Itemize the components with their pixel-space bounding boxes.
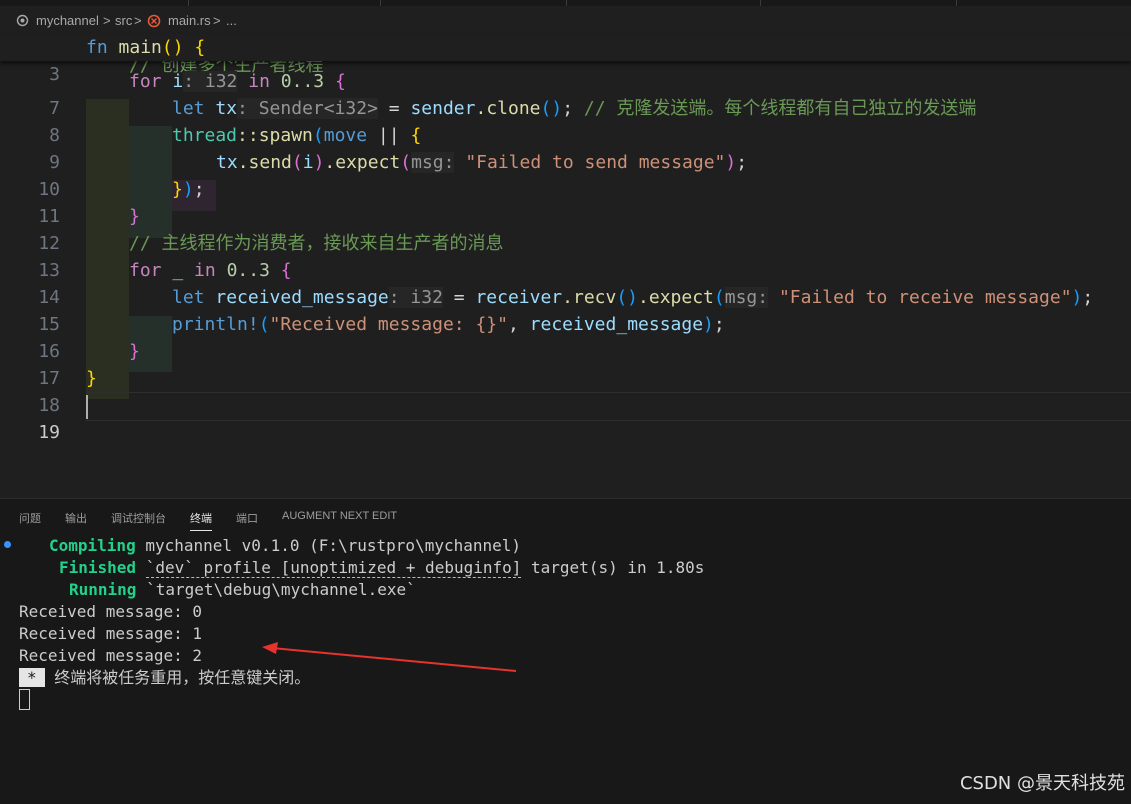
breadcrumb-src[interactable]: src xyxy=(115,13,132,28)
code-line-14: 14 for _ in 0..3 { xyxy=(0,257,1131,308)
line-code: // 主线程作为消费者，接收来自生产者的消息 xyxy=(129,233,504,254)
code-line-10: 10 tx.send(i).expect(msg: "Failed to sen… xyxy=(0,149,1131,200)
code-line-18: 18 } xyxy=(0,365,1131,416)
code-line-11: 11 }); xyxy=(0,176,1131,227)
code-line-17: 17 } xyxy=(0,338,1131,389)
code-line-15: 15 let received_message: i32 = receiver.… xyxy=(0,284,1131,335)
code-line-3: 3 fn main() { xyxy=(0,34,1131,85)
line-code: for _ in 0..3 { xyxy=(129,260,292,281)
red-arrow-annotation xyxy=(262,642,517,672)
folder-icon xyxy=(16,14,29,30)
code-line-7: 7 for i: i32 in 0..3 { xyxy=(0,68,1131,119)
breadcrumb-file[interactable]: main.rs xyxy=(168,13,211,28)
code-editor[interactable]: // 创建多个生产者线程 7 for i: i32 in 0..3 { 8 le… xyxy=(0,34,1131,498)
code-line-19: 19 xyxy=(0,392,1131,443)
breadcrumb: mychannel > src > main.rs > ... xyxy=(0,6,1131,34)
line-code: }); xyxy=(172,179,205,200)
breadcrumb-folder[interactable]: mychannel xyxy=(36,13,99,28)
line-code: tx.send(i).expect(msg: "Failed to send m… xyxy=(216,152,748,173)
code-line-12: 12 } xyxy=(0,203,1131,254)
line-code: } xyxy=(86,368,97,389)
watermark: CSDN @景天科技苑 xyxy=(959,773,1125,794)
breadcrumb-separator: > xyxy=(213,13,221,28)
code-line-9: 9 thread::spawn(move || { xyxy=(0,122,1131,173)
line-code: println!("Received message: {}", receive… xyxy=(172,314,725,335)
line-code: } xyxy=(129,341,140,362)
line-code: for i: i32 in 0..3 { xyxy=(129,71,346,92)
breadcrumb-separator: > xyxy=(134,13,142,28)
line-number: 19 xyxy=(38,422,60,443)
code-line-13: 13 // 主线程作为消费者，接收来自生产者的消息 xyxy=(0,230,1131,281)
line-number: 3 xyxy=(49,64,60,85)
line-code: let received_message: i32 = receiver.rec… xyxy=(172,287,1094,308)
breadcrumb-separator: > xyxy=(103,13,111,28)
breadcrumb-more[interactable]: ... xyxy=(226,13,237,28)
text-caret xyxy=(86,395,88,419)
bottom-panel: 问题 输出 调试控制台 终端 端口 AUGMENT NEXT EDIT Comp… xyxy=(0,498,1131,804)
line-code: let tx: Sender<i32> = sender.clone(); //… xyxy=(172,98,977,119)
line-code: fn main() { xyxy=(86,37,206,58)
sticky-scroll-header[interactable]: 3 fn main() { xyxy=(0,34,1131,85)
line-code: } xyxy=(129,206,140,227)
code-line-16: 16 println!("Received message: {}", rece… xyxy=(0,311,1131,362)
code-line-8: 8 let tx: Sender<i32> = sender.clone(); … xyxy=(0,95,1131,146)
rust-file-icon xyxy=(147,14,161,31)
line-code: thread::spawn(move || { xyxy=(172,125,422,146)
